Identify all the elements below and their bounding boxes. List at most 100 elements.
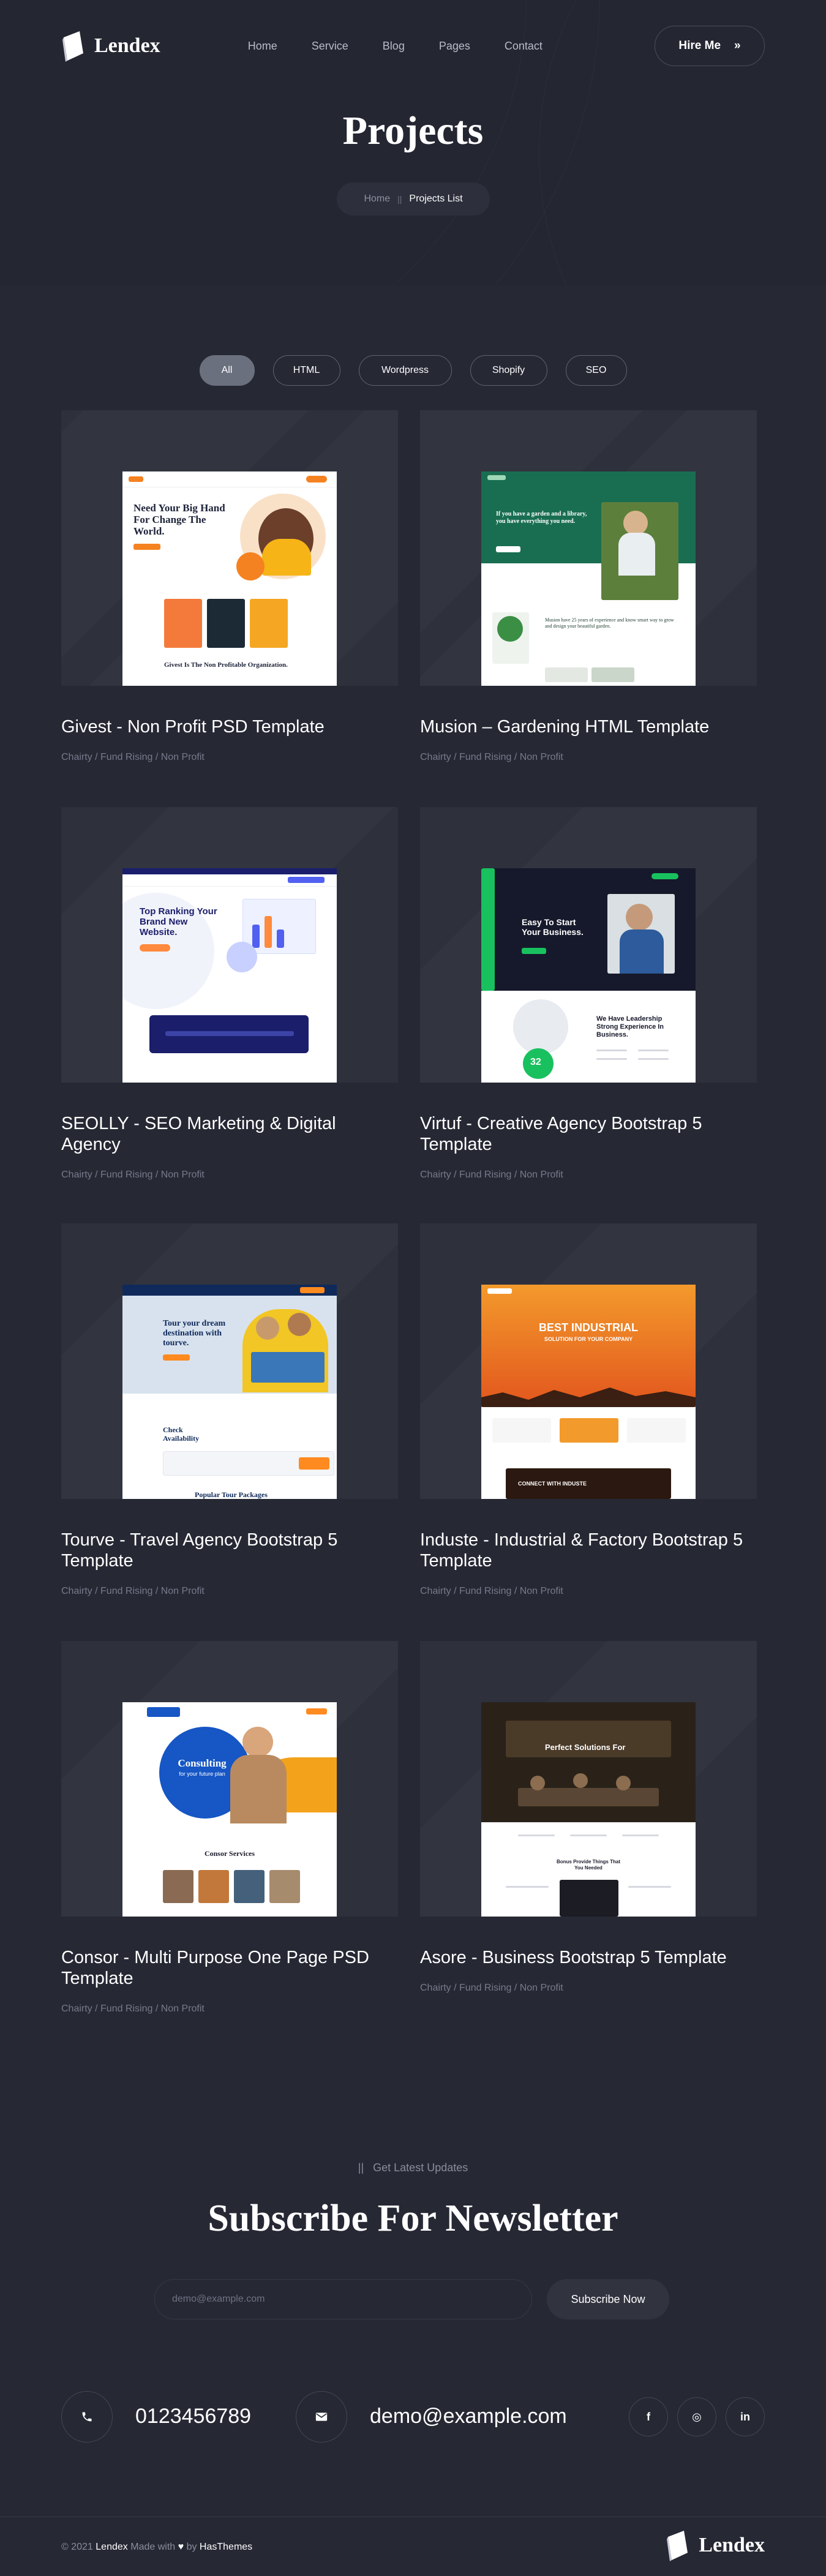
project-tags: Chairty / Fund Rising / Non Profit [420,1170,563,1180]
consor-section: Consor Services [204,1849,255,1858]
facebook-icon[interactable]: f [629,2397,668,2436]
logo[interactable]: Lendex [61,30,160,62]
project-thumbnail[interactable]: Need Your Big Hand For Change The World.… [61,410,398,686]
musion-preview: If you have a garden and a library, you … [481,471,696,686]
footer: © 2021 Lendex Made with ♥ by HasThemes L… [0,2517,826,2576]
project-thumbnail[interactable]: Top Ranking Your Brand New Website. [61,807,398,1083]
nav-blog[interactable]: Blog [383,40,405,53]
project-thumbnail[interactable]: Easy To Start Your Business. 32 We Have … [420,807,757,1083]
musion-headline: If you have a garden and a library, you … [496,511,587,525]
filter-html[interactable]: HTML [272,355,340,386]
induste-preview: BEST INDUSTRIAL SOLUTION FOR YOUR COMPAN… [481,1285,696,1499]
contact-row: 0123456789 demo@example.com f ◎ in [61,2391,765,2443]
asore-section: Bonus Provide Things That You Needed [556,1859,620,1871]
virtuf-preview: Easy To Start Your Business. 32 We Have … [481,868,696,1083]
project-title[interactable]: Tourve - Travel Agency Bootstrap 5 Templ… [61,1530,398,1571]
project-card-seolly[interactable]: Top Ranking Your Brand New Website. SEOL… [61,807,398,1181]
induste-cta: CONNECT WITH INDUSTE [518,1481,587,1487]
nav-pages[interactable]: Pages [439,40,470,53]
kicker-text: Get Latest Updates [373,2161,468,2174]
virtuf-badge: 32 [530,1057,541,1067]
author-link[interactable]: HasThemes [200,2542,252,2552]
page-title: Projects [342,108,484,153]
copyright-brand: Lendex [96,2542,128,2552]
filter-shopify[interactable]: Shopify [470,355,547,386]
newsletter-section: || Get Latest Updates Subscribe For News… [0,2125,826,2370]
breadcrumb-separator: || [397,194,402,204]
heart-icon: ♥ [178,2542,184,2552]
logo-book-icon [666,2529,690,2561]
filter-seo[interactable]: SEO [565,355,627,386]
hire-me-label: Hire Me [678,39,721,52]
project-card-tourve[interactable]: Tour your dream destination with tourve.… [61,1223,398,1597]
hero-section: Lendex Home Service Blog Pages Contact H… [0,0,826,285]
project-thumbnail[interactable]: Perfect Solutions For Bonus Provide Thin… [420,1641,757,1917]
breadcrumb: Home || Projects List [337,182,490,216]
consor-preview: Consulting for your future plan Consor S… [122,1702,337,1917]
seolly-headline: Top Ranking Your Brand New Website. [140,906,217,937]
project-tags: Chairty / Fund Rising / Non Profit [61,1170,205,1180]
project-card-musion[interactable]: If you have a garden and a library, you … [420,410,757,763]
musion-subline: Musion have 25 years of experience and k… [545,617,674,629]
project-card-asore[interactable]: Perfect Solutions For Bonus Provide Thin… [420,1641,757,1994]
givest-subline: Givest Is The Non Profitable Organizatio… [164,661,288,669]
mail-icon [296,2391,347,2443]
hire-me-button[interactable]: Hire Me » [654,26,765,66]
filter-wordpress[interactable]: Wordpress [358,355,452,386]
project-card-consor[interactable]: Consulting for your future plan Consor S… [61,1641,398,2015]
breadcrumb-current: Projects List [409,193,463,204]
tourve-preview: Tour your dream destination with tourve.… [122,1285,337,1499]
virtuf-headline: Easy To Start Your Business. [522,917,584,937]
double-chevron-right-icon: » [734,39,741,52]
dribbble-icon[interactable]: ◎ [677,2397,716,2436]
induste-headline: BEST INDUSTRIAL [539,1321,638,1334]
project-thumbnail[interactable]: If you have a garden and a library, you … [420,410,757,686]
project-tags: Chairty / Fund Rising / Non Profit [420,752,563,762]
asore-headline: Perfect Solutions For [545,1743,626,1752]
project-filters: All HTML Wordpress Shopify SEO [0,355,826,386]
project-title[interactable]: Virtuf - Creative Agency Bootstrap 5 Tem… [420,1113,757,1155]
consor-subline: for your future plan [179,1771,225,1777]
nav-service[interactable]: Service [312,40,348,53]
project-title[interactable]: Musion – Gardening HTML Template [420,716,757,737]
project-card-givest[interactable]: Need Your Big Hand For Change The World.… [61,410,398,763]
consor-headline: Consulting [178,1757,227,1769]
main-nav: Home Service Blog Pages Contact [248,40,543,53]
project-thumbnail[interactable]: BEST INDUSTRIAL SOLUTION FOR YOUR COMPAN… [420,1223,757,1499]
filter-all[interactable]: All [199,355,255,386]
project-card-virtuf[interactable]: Easy To Start Your Business. 32 We Have … [420,807,757,1181]
newsletter-email-input[interactable] [154,2279,532,2319]
induste-subline: SOLUTION FOR YOUR COMPANY [544,1336,633,1342]
nav-contact[interactable]: Contact [505,40,543,53]
email-address[interactable]: demo@example.com [370,2405,567,2428]
logo-text: Lendex [699,2534,765,2556]
footer-logo[interactable]: Lendex [666,2529,765,2561]
by-text: by [186,2542,197,2552]
virtuf-subline: We Have Leadership Strong Experience In … [596,1015,664,1038]
logo-text: Lendex [94,34,160,57]
newsletter-kicker: || Get Latest Updates [0,2161,826,2174]
project-title[interactable]: Asore - Business Bootstrap 5 Template [420,1947,757,1968]
project-tags: Chairty / Fund Rising / Non Profit [61,1586,205,1596]
copyright: © 2021 Lendex Made with ♥ by HasThemes [61,2542,252,2553]
linkedin-icon[interactable]: in [726,2397,765,2436]
project-title[interactable]: Induste - Industrial & Factory Bootstrap… [420,1530,757,1571]
project-title[interactable]: Givest - Non Profit PSD Template [61,716,398,737]
project-thumbnail[interactable]: Consulting for your future plan Consor S… [61,1641,398,1917]
project-title[interactable]: Consor - Multi Purpose One Page PSD Temp… [61,1947,398,1989]
subscribe-button[interactable]: Subscribe Now [547,2279,669,2319]
newsletter-title: Subscribe For Newsletter [208,2198,618,2239]
nav-home[interactable]: Home [248,40,277,53]
breadcrumb-home[interactable]: Home [364,193,390,205]
project-title[interactable]: SEOLLY - SEO Marketing & Digital Agency [61,1113,398,1155]
made-with-text: Made with [130,2542,176,2552]
tourve-footer: Popular Tour Packages [195,1490,268,1499]
copyright-year: © 2021 [61,2542,93,2552]
phone-number[interactable]: 0123456789 [135,2405,251,2428]
project-card-induste[interactable]: BEST INDUSTRIAL SOLUTION FOR YOUR COMPAN… [420,1223,757,1597]
logo-book-icon [61,30,86,62]
givest-headline: Need Your Big Hand For Change The World. [133,502,225,537]
project-thumbnail[interactable]: Tour your dream destination with tourve.… [61,1223,398,1499]
seolly-preview: Top Ranking Your Brand New Website. [122,868,337,1083]
tourve-headline: Tour your dream destination with tourve. [163,1319,226,1348]
